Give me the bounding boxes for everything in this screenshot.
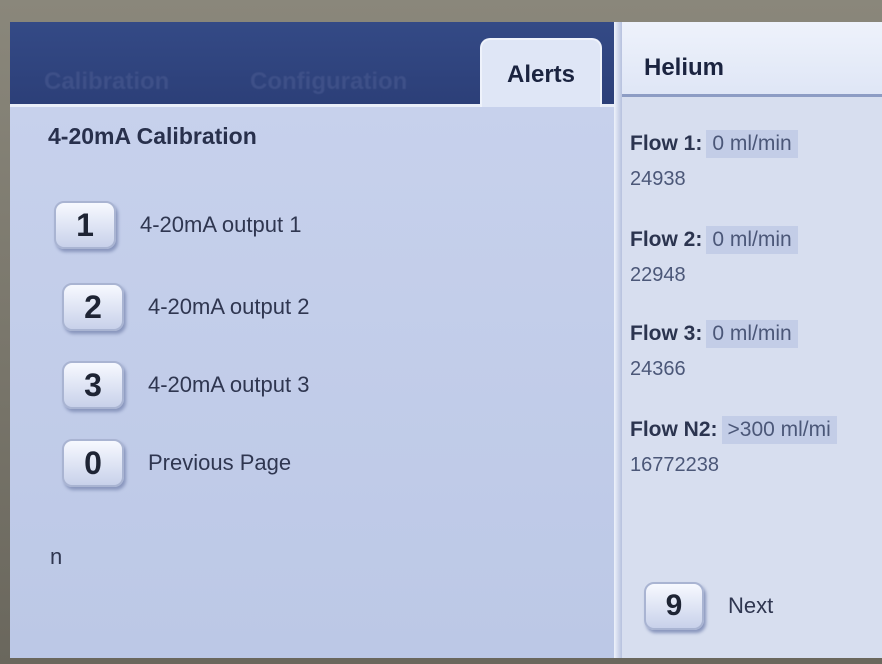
key-2-button[interactable]: 2 [62,283,124,331]
flow-readout-1: Flow 1: 0 ml/min 24938 [630,130,882,191]
key-0-button[interactable]: 0 [62,439,124,487]
helium-tab-label: Helium [644,54,725,81]
tab-configuration[interactable]: Configuration [250,68,407,96]
flow-readout-n2: Flow N2: >300 ml/mi 16772238 [630,416,882,477]
menu-item-label: 4-20mA output 2 [148,294,310,319]
flow-rate: 0 ml/min [706,130,798,158]
touch-screen: Calibration Configuration Alerts 4-20mA … [10,22,882,658]
flow-readout-3: Flow 3: 0 ml/min 24366 [630,320,882,381]
key-3-button[interactable]: 3 [62,361,124,409]
flow-label: Flow 3: [630,322,703,345]
flow-value: 24366 [630,358,686,380]
helium-panel: Helium Flow 1: 0 ml/min 24938 Flow 2: 0 ml… [622,22,882,658]
next-page-item[interactable]: 9 Next [644,582,773,630]
menu-item-previous-page[interactable]: 0 Previous Page [54,435,291,491]
stray-text: n [50,544,63,569]
flow-rate: 0 ml/min [706,226,798,254]
flow-rate: >300 ml/mi [721,416,837,444]
flow-rate: 0 ml/min [706,320,798,348]
menu-item-label: 4-20mA output 1 [140,212,302,237]
menu-item-label: 4-20mA output 3 [148,372,310,397]
key-1-button[interactable]: 1 [54,201,116,249]
tab-helium[interactable]: Helium [622,22,882,97]
flow-readout-2: Flow 2: 0 ml/min 22948 [630,226,882,287]
flow-label: Flow 1: [630,132,703,155]
next-label: Next [728,593,774,618]
section-title: 4-20mA Calibration [48,123,257,149]
tab-calibration[interactable]: Calibration [44,68,169,96]
menu-item-output-2[interactable]: 2 4-20mA output 2 [54,279,309,335]
flow-value: 22948 [630,264,686,286]
tab-bar: Calibration Configuration Alerts [10,22,620,110]
menu-item-output-3[interactable]: 3 4-20mA output 3 [54,357,309,413]
menu-item-output-1[interactable]: 1 4-20mA output 1 [54,197,301,253]
panel-divider [614,22,622,658]
tab-alerts[interactable]: Alerts [480,38,602,110]
calibration-panel: 4-20mA Calibration 1 4-20mA output 1 2 4… [10,107,614,658]
menu-item-label: Previous Page [148,450,292,475]
key-9-button[interactable]: 9 [644,582,704,630]
flow-label: Flow N2: [630,418,718,441]
flow-value: 16772238 [630,454,719,476]
flow-value: 24938 [630,168,686,190]
flow-label: Flow 2: [630,228,703,251]
